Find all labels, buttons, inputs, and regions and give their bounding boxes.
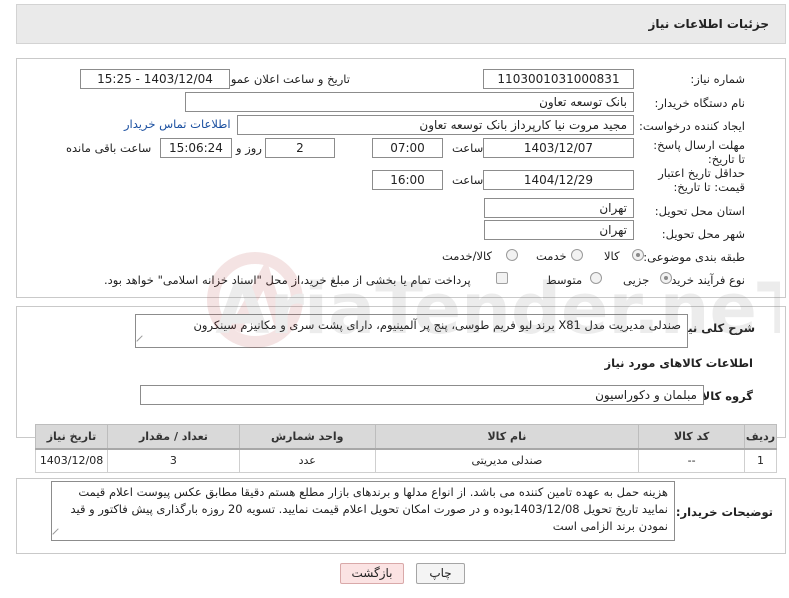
cell-name: صندلی مدیریتی	[374, 448, 640, 473]
category-option-goods-service: کالا/خدمت	[442, 249, 493, 263]
days-label: روز و	[236, 141, 262, 155]
cell-code: --	[638, 448, 746, 473]
items-table: ردیف کد کالا نام کالا واحد شمارش تعداد /…	[34, 424, 777, 473]
reply-deadline-label: مهلت ارسال پاسخ: تا تاریخ:	[653, 138, 745, 166]
announce-field: 1403/12/04 - 15:25	[80, 69, 230, 89]
remaining-time-field: 15:06:24	[160, 138, 232, 158]
process-label: نوع فرآیند خرید :	[663, 273, 745, 287]
col-code-header: کد کالا	[638, 424, 746, 450]
resize-handle-icon[interactable]	[52, 528, 64, 540]
description-textarea[interactable]: صندلی مدیریت مدل X81 برند لیو فریم طوسی،…	[135, 314, 688, 348]
buyer-org-label: نام دستگاه خریدار:	[654, 96, 745, 110]
goods-group-label: گروه کالا:	[697, 389, 753, 403]
back-button[interactable]: بازگشت	[340, 563, 404, 584]
payment-note: پرداخت تمام یا بخشی از مبلغ خرید،از محل …	[104, 273, 471, 287]
process-radio-medium[interactable]	[590, 272, 602, 284]
goods-group-field: مبلمان و دکوراسیون	[140, 385, 704, 405]
city-field: تهران	[484, 220, 634, 240]
buyer-notes-text: هزینه حمل به عهده تامین کننده می باشد. ا…	[70, 485, 668, 533]
resize-handle-icon[interactable]	[136, 335, 148, 347]
reply-date-field: 1403/12/07	[483, 138, 634, 158]
col-date-header: تاریخ نیاز	[34, 424, 109, 450]
province-label: استان محل تحویل:	[654, 204, 745, 218]
price-date-field: 1404/12/29	[483, 170, 634, 190]
col-name-header: نام کالا	[374, 424, 640, 450]
category-radio-goods[interactable]	[632, 249, 644, 261]
table-row: 1 -- صندلی مدیریتی عدد 3 1403/12/08	[34, 448, 777, 473]
price-time-field: 16:00	[372, 170, 443, 190]
category-option-service: خدمت	[536, 249, 567, 263]
announce-label: تاریخ و ساعت اعلان عمومی:	[211, 72, 350, 86]
goods-section-title: اطلاعات کالاهای مورد نیاز	[604, 356, 753, 370]
category-label: طبقه بندی موضوعی:	[643, 250, 745, 264]
creator-label: ایجاد کننده درخواست:	[639, 119, 745, 133]
buyer-contact-link[interactable]: اطلاعات تماس خریدار	[124, 117, 231, 131]
col-row-header: ردیف	[744, 424, 777, 450]
category-radio-service[interactable]	[571, 249, 583, 261]
price-validity-label: حداقل تاریخ اعتبار قیمت: تا تاریخ:	[658, 166, 745, 194]
cell-qty: 3	[107, 448, 240, 473]
city-label: شهر محل تحویل:	[661, 227, 745, 241]
need-number-label: شماره نیاز:	[690, 72, 745, 86]
page-title: جزئیات اطلاعات نیاز	[648, 17, 769, 31]
province-field: تهران	[484, 198, 634, 218]
reply-time-label: ساعت	[452, 141, 484, 155]
cell-date: 1403/12/08	[34, 448, 109, 473]
process-radio-minor[interactable]	[660, 272, 672, 284]
cell-unit: عدد	[238, 448, 376, 473]
creator-field: مجید مروت نیا کارپرداز بانک توسعه تعاون	[237, 115, 634, 135]
description-text: صندلی مدیریت مدل X81 برند لیو فریم طوسی،…	[193, 318, 681, 332]
col-qty-header: تعداد / مقدار	[107, 424, 240, 450]
price-time-label: ساعت	[452, 173, 484, 187]
process-option-medium: متوسط	[546, 273, 583, 287]
category-radio-goods-service[interactable]	[506, 249, 518, 261]
page-header: جزئیات اطلاعات نیاز	[16, 4, 786, 44]
reply-time-field: 07:00	[372, 138, 443, 158]
buyer-notes-label: توضیحات خریدار:	[675, 505, 773, 519]
process-option-minor: جزیی	[623, 273, 650, 287]
col-unit-header: واحد شمارش	[238, 424, 376, 450]
buyer-org-field: بانک توسعه تعاون	[185, 92, 634, 112]
category-option-goods: کالا	[604, 249, 620, 263]
buyer-notes-textarea[interactable]: هزینه حمل به عهده تامین کننده می باشد. ا…	[51, 481, 675, 541]
items-table-header: ردیف کد کالا نام کالا واحد شمارش تعداد /…	[34, 424, 777, 450]
remaining-time-label: ساعت باقی مانده	[66, 141, 152, 155]
print-button[interactable]: چاپ	[416, 563, 465, 584]
treasury-payment-checkbox[interactable]	[496, 272, 508, 284]
cell-row: 1	[744, 448, 777, 473]
days-field: 2	[265, 138, 335, 158]
need-number-field: 1103001031000831	[483, 69, 634, 89]
